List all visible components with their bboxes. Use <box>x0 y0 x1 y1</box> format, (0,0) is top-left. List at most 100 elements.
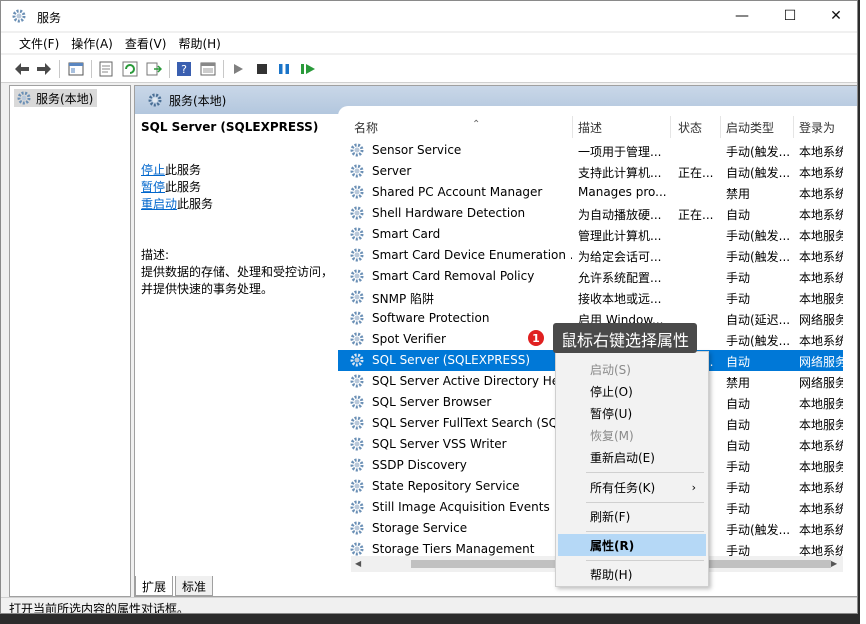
service-gear-icon <box>350 206 364 220</box>
service-row[interactable]: Smart Card 管理此计算机... 手动(触发... 本地服务 <box>338 224 843 245</box>
cell-name: Smart Card <box>372 227 441 241</box>
help-icon[interactable]: ? <box>175 60 193 78</box>
minimize-button[interactable]: — <box>719 1 765 31</box>
context-menu-refresh[interactable]: 刷新(F) <box>558 505 706 527</box>
cell-name: Storage Service <box>372 521 468 535</box>
service-gear-icon <box>350 437 364 451</box>
selected-service-title: SQL Server (SQLEXPRESS) <box>141 120 319 134</box>
stop-service-link[interactable]: 停止 <box>141 163 165 177</box>
cell-startup: 手动(触发... <box>726 523 791 537</box>
column-header-startup-type[interactable]: 启动类型 <box>726 116 774 138</box>
service-row[interactable]: Shell Hardware Detection 为自动播放硬... 正在... 自动… <box>338 203 843 224</box>
tab-standard[interactable]: 标准 <box>175 576 214 596</box>
services-window: 服务 — ☐ ✕ 文件(F) 操作(A) 查看(V) 帮助(H) ? 服务(本地… <box>0 0 858 614</box>
cell-logon: 本地服务 <box>799 460 843 474</box>
cell-startup: 自动 <box>726 397 751 411</box>
cell-name: Software Protection <box>372 311 490 325</box>
scroll-left-arrow-icon[interactable]: ◀ <box>355 559 361 568</box>
service-gear-icon <box>350 395 364 409</box>
cell-name: SNMP 陷阱 <box>372 292 434 306</box>
tree-item-services-local[interactable]: 服务(本地) <box>14 89 98 107</box>
properties-sheet-icon[interactable] <box>97 60 115 78</box>
step-badge: 1 <box>527 329 545 347</box>
context-menu-all-tasks[interactable]: 所有任务(K) › <box>558 476 706 498</box>
service-gear-icon <box>350 290 364 304</box>
context-menu-separator <box>586 502 704 503</box>
tab-extended[interactable]: 扩展 <box>135 576 174 596</box>
show-hide-tree-icon[interactable] <box>67 60 85 78</box>
menu-help[interactable]: 帮助(H) <box>172 33 226 53</box>
context-menu-stop[interactable]: 停止(O) <box>558 380 706 402</box>
cell-logon: 本地系统 <box>799 145 843 159</box>
restart-service-link[interactable]: 重启动 <box>141 197 177 211</box>
forward-arrow-icon[interactable] <box>35 60 53 78</box>
context-menu: 启动(S) 停止(O) 暂停(U) 恢复(M) 重新启动(E) 所有任务(K) … <box>555 351 709 587</box>
cell-startup: 自动 <box>726 355 751 369</box>
cell-logon: 网络服务 <box>799 376 843 390</box>
tree-item-label: 服务(本地) <box>36 91 94 106</box>
back-arrow-icon[interactable] <box>13 60 31 78</box>
column-divider[interactable] <box>720 116 721 138</box>
export-list-icon[interactable] <box>145 60 163 78</box>
refresh-icon[interactable] <box>121 60 139 78</box>
cell-startup: 自动(触发... <box>726 166 791 180</box>
close-button[interactable]: ✕ <box>813 1 857 31</box>
cell-desc: 一项用于管理... <box>578 145 662 159</box>
menu-action[interactable]: 操作(A) <box>65 33 119 53</box>
service-gear-icon <box>350 479 364 493</box>
services-gear-icon <box>17 91 31 105</box>
start-service-icon[interactable] <box>229 60 247 78</box>
extended-description-pane: SQL Server (SQLEXPRESS) 停止此服务 暂停此服务 重启动此… <box>141 120 337 298</box>
column-divider[interactable] <box>793 116 794 138</box>
restart-service-icon[interactable] <box>299 60 317 78</box>
service-row[interactable]: SNMP 陷阱 接收本地或远... 手动 本地服务 <box>338 287 843 308</box>
service-row[interactable]: Smart Card Removal Policy 允许系统配置... 手动 本地系统 <box>338 266 843 287</box>
cell-startup: 手动(触发... <box>726 334 791 348</box>
service-row[interactable]: Sensor Service 一项用于管理... 手动(触发... 本地系统 <box>338 140 843 161</box>
cell-logon: 本地系统 <box>799 439 843 453</box>
cell-logon: 本地系统 <box>799 334 843 348</box>
context-menu-start[interactable]: 启动(S) <box>558 358 706 380</box>
service-row[interactable]: Smart Card Device Enumeration ... 为给定会话可.… <box>338 245 843 266</box>
column-header-log-on-as[interactable]: 登录为 <box>799 116 835 138</box>
console-view-icon[interactable] <box>199 60 217 78</box>
service-gear-icon <box>350 416 364 430</box>
toolbar: ? <box>1 55 857 83</box>
context-menu-restart[interactable]: 重新启动(E) <box>558 446 706 468</box>
cell-startup: 手动 <box>726 502 751 516</box>
link-suffix: 此服务 <box>165 163 202 177</box>
column-header-status[interactable]: 状态 <box>678 116 702 138</box>
context-menu-help[interactable]: 帮助(H) <box>558 563 706 585</box>
cell-name: Sensor Service <box>372 143 462 157</box>
cell-logon: 本地服务 <box>799 418 843 432</box>
menu-view[interactable]: 查看(V) <box>119 33 173 53</box>
context-menu-pause[interactable]: 暂停(U) <box>558 402 706 424</box>
column-divider[interactable] <box>572 116 573 138</box>
cell-desc: 支持此计算机... <box>578 166 662 180</box>
pause-service-icon[interactable] <box>275 60 293 78</box>
toolbar-separator <box>91 60 92 78</box>
context-menu-separator <box>586 560 704 561</box>
pause-service-link[interactable]: 暂停 <box>141 180 165 194</box>
cell-name: State Repository Service <box>372 479 520 493</box>
service-row[interactable]: Shared PC Account Manager Manages pro... 禁… <box>338 182 843 203</box>
stop-service-icon[interactable] <box>253 60 271 78</box>
column-header-name[interactable]: 名称 ⌃ <box>354 116 480 138</box>
cell-logon: 本地系统 <box>799 250 843 264</box>
maximize-button[interactable]: ☐ <box>767 1 813 31</box>
scroll-right-arrow-icon[interactable]: ▶ <box>831 559 837 568</box>
menu-file[interactable]: 文件(F) <box>13 33 65 53</box>
context-menu-properties[interactable]: 属性(R) <box>558 534 706 556</box>
column-header-description[interactable]: 描述 <box>578 116 602 138</box>
cell-logon: 网络服务 <box>799 355 843 369</box>
service-gear-icon <box>350 269 364 283</box>
services-gear-icon <box>12 9 26 23</box>
window-title: 服务 <box>37 11 62 25</box>
title-bar[interactable]: 服务 — ☐ ✕ <box>1 1 857 31</box>
cell-desc: 为自动播放硬... <box>578 208 662 222</box>
context-menu-resume[interactable]: 恢复(M) <box>558 424 706 446</box>
column-divider[interactable] <box>670 116 671 138</box>
service-row[interactable]: Server 支持此计算机... 正在... 自动(触发... 本地系统 <box>338 161 843 182</box>
cell-startup: 手动(触发... <box>726 250 791 264</box>
service-description: 描述: 提供数据的存储、处理和受控访问，并提供快速的事务处理。 <box>141 247 337 298</box>
